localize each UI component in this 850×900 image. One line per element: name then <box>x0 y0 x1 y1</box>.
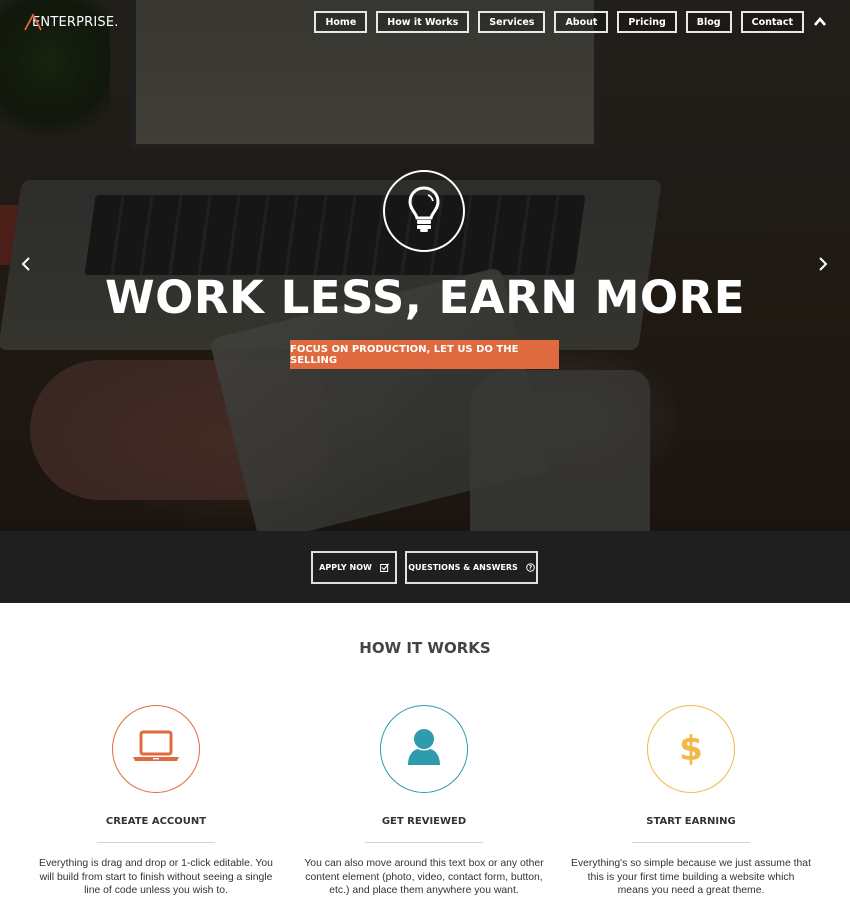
feature-text: You can also move around this text box o… <box>304 858 544 897</box>
feature-title: START EARNING <box>646 816 736 827</box>
hero-overlay <box>0 0 850 531</box>
feature-title: CREATE ACCOUNT <box>105 816 207 827</box>
feature-icon-circle <box>380 705 468 793</box>
laptop-icon <box>132 729 180 769</box>
lightbulb-icon <box>407 185 441 237</box>
hero-title: WORK LESS, EARN MORE <box>104 271 746 324</box>
hero-cta-button[interactable]: FOCUS ON PRODUCTION, LET US DO THE SELLI… <box>290 340 559 369</box>
feature-icon-circle: $ <box>647 705 735 793</box>
feature-start-earning: $ START EARNING Everything's so simple b… <box>557 705 825 898</box>
feature-divider <box>365 842 483 843</box>
nav-services[interactable]: Services <box>478 11 546 33</box>
check-square-icon <box>379 563 389 572</box>
feature-icon-circle <box>112 705 200 793</box>
nav-home[interactable]: Home <box>314 11 368 33</box>
svg-text:$: $ <box>679 729 703 767</box>
nav-contact[interactable]: Contact <box>740 11 804 33</box>
apply-now-button[interactable]: APPLY NOW <box>311 551 397 584</box>
feature-create-account: CREATE ACCOUNT Everything is drag and dr… <box>22 705 290 898</box>
hero-section: ENTERPRISE. Home How it Works Services A… <box>0 0 850 531</box>
hero-icon-circle <box>383 170 465 252</box>
chevron-up-icon[interactable] <box>813 14 827 28</box>
how-it-works-title: HOW IT WORKS <box>359 639 491 657</box>
nav-pricing[interactable]: Pricing <box>617 11 677 33</box>
svg-text:?: ? <box>529 565 533 572</box>
feature-divider <box>632 842 750 843</box>
nav-how-it-works[interactable]: How it Works <box>376 11 470 33</box>
main-nav: Home How it Works Services About Pricing… <box>314 11 804 33</box>
feature-title: GET REVIEWED <box>381 816 467 827</box>
action-bar: APPLY NOW QUESTIONS & ANSWERS ? <box>0 531 850 603</box>
feature-text: Everything's so simple because we just a… <box>571 858 811 897</box>
nav-blog[interactable]: Blog <box>685 11 732 33</box>
brand-name: ENTERPRISE. <box>32 15 119 30</box>
apply-now-label: APPLY NOW <box>319 563 372 572</box>
logo-mark-icon <box>24 13 42 31</box>
feature-text: Everything is drag and drop or 1-click e… <box>39 858 273 897</box>
questions-answers-button[interactable]: QUESTIONS & ANSWERS ? <box>405 551 538 584</box>
question-circle-icon: ? <box>526 563 535 572</box>
nav-about[interactable]: About <box>554 11 609 33</box>
questions-answers-label: QUESTIONS & ANSWERS <box>408 563 518 572</box>
feature-get-reviewed: GET REVIEWED You can also move around th… <box>290 705 558 898</box>
dollar-icon: $ <box>677 727 705 771</box>
user-icon <box>404 727 444 771</box>
logo[interactable]: ENTERPRISE. <box>24 13 119 31</box>
feature-divider <box>97 842 215 843</box>
